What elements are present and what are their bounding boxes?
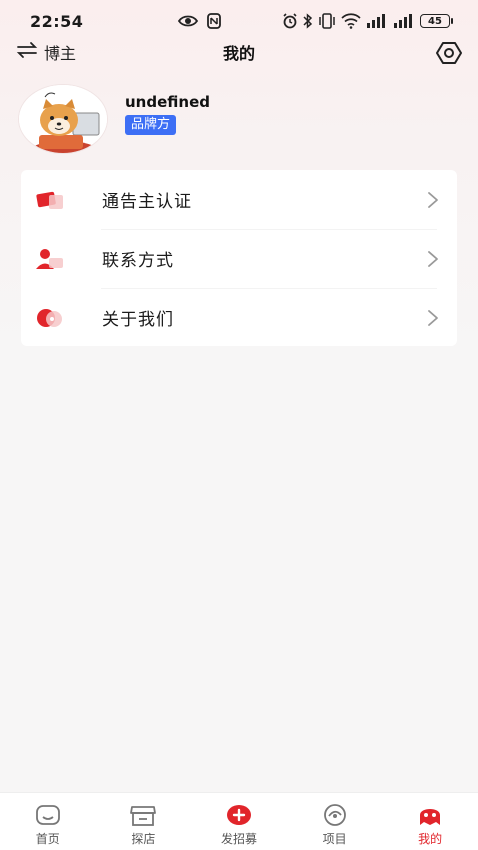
- contact-icon: [35, 246, 67, 272]
- status-left-icons: [178, 13, 222, 29]
- tab-label: 探店: [131, 832, 156, 846]
- project-icon: [321, 803, 349, 827]
- tab-add-recruit[interactable]: 发招募: [191, 793, 287, 850]
- store-icon: [129, 803, 157, 827]
- menu-item-label: 通告主认证: [102, 192, 192, 212]
- tab-store[interactable]: 探店: [96, 793, 192, 850]
- signal-icon: [393, 13, 415, 29]
- nav-bar: 博主 我的: [0, 38, 478, 68]
- role-badge: 品牌方: [125, 115, 177, 135]
- menu-item-label: 关于我们: [102, 310, 174, 330]
- chevron-right-icon: [427, 250, 439, 268]
- vibrate-icon: [318, 13, 336, 29]
- home-icon: [34, 803, 62, 827]
- tab-label: 项目: [322, 832, 347, 846]
- tab-label: 首页: [35, 832, 60, 846]
- bottom-tab-bar: 首页 探店 发招募 项目 我的: [0, 792, 478, 850]
- nfc-icon: [206, 13, 222, 29]
- settings-icon[interactable]: [436, 40, 462, 66]
- status-bar: 22:54 45: [0, 0, 478, 42]
- tab-home[interactable]: 首页: [0, 793, 96, 850]
- bluetooth-icon: [303, 13, 313, 29]
- profile-icon: [416, 803, 444, 827]
- menu-item-label: 联系方式: [102, 251, 174, 271]
- profile-header: undefined 品牌方: [18, 84, 458, 156]
- signal-icon: [366, 13, 388, 29]
- wifi-icon: [341, 13, 361, 29]
- status-right-icons: 45: [282, 13, 453, 29]
- alarm-icon: [282, 13, 298, 29]
- menu-item-contact[interactable]: 联系方式: [21, 229, 457, 288]
- battery-indicator: 45: [420, 14, 453, 28]
- tab-project[interactable]: 项目: [287, 793, 383, 850]
- menu-item-about[interactable]: 关于我们: [21, 288, 457, 347]
- avatar[interactable]: [18, 84, 108, 154]
- certification-icon: [35, 187, 67, 213]
- eye-icon: [178, 13, 198, 29]
- add-recruit-icon: [225, 803, 253, 827]
- menu-item-certification[interactable]: 通告主认证: [21, 170, 457, 229]
- about-icon: [35, 305, 67, 331]
- status-time: 22:54: [30, 11, 84, 31]
- tab-label: 我的: [418, 832, 443, 846]
- chevron-right-icon: [427, 309, 439, 327]
- menu-card: 通告主认证 联系方式 关于我们: [21, 170, 457, 346]
- chevron-right-icon: [427, 191, 439, 209]
- tab-label: 发招募: [220, 832, 257, 846]
- page-title: 我的: [222, 44, 255, 63]
- username: undefined: [125, 93, 210, 111]
- tab-profile[interactable]: 我的: [382, 793, 478, 850]
